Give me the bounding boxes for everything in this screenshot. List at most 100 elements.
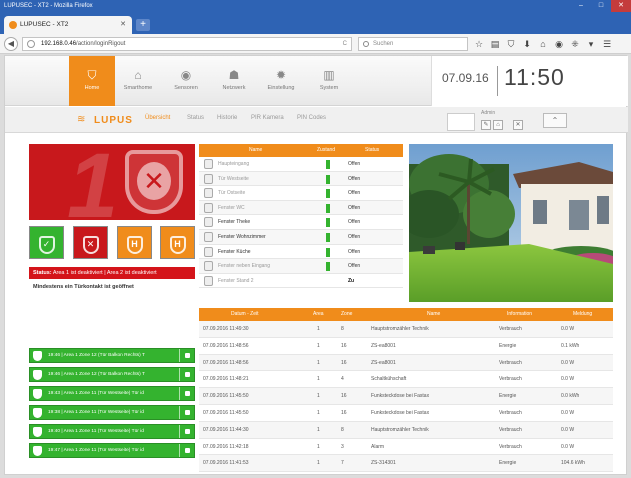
sync-icon[interactable]: ◉ xyxy=(554,37,564,51)
table-row[interactable]: 07.09.2016 11:45:50 1 16 Funksteckdose bei … xyxy=(199,388,613,405)
back-button[interactable]: ◀ xyxy=(4,37,18,51)
status-bar: Status: Area 1 ist deaktiviert | Area 2 … xyxy=(29,267,195,279)
cell-information: Energie xyxy=(499,342,517,349)
shield-home-icon: H xyxy=(126,236,143,254)
dismiss-icon[interactable] xyxy=(185,448,190,453)
collapse-button[interactable]: ⌃ xyxy=(543,113,567,128)
lock-icon xyxy=(204,173,213,184)
tab-status[interactable]: Status xyxy=(187,115,204,121)
shield-x-icon: ✕ xyxy=(137,162,171,200)
sensor-name: Fenster Stand 2 xyxy=(218,277,254,284)
cell-meldung: 0.0 W xyxy=(561,409,575,416)
cell-datetime: 07.09.2016 11:41:53 xyxy=(203,460,249,467)
table-row[interactable]: Fenster neben Eingang Offen xyxy=(199,259,403,274)
home-icon[interactable]: ⌂ xyxy=(538,37,548,51)
lock-icon xyxy=(204,202,213,213)
dropdown-icon[interactable]: ▾ xyxy=(586,37,596,51)
logo-text: LUPUS xyxy=(94,114,133,126)
col-status: Status xyxy=(365,147,380,153)
home-mode-2-button[interactable]: H xyxy=(160,226,195,259)
search-input[interactable]: Suchen xyxy=(358,37,468,51)
event-log-table: Datum - Zeit Area Zone Name Information … xyxy=(199,308,613,473)
table-row[interactable]: Tür Ostseite Offen xyxy=(199,186,403,201)
status-label: Status: xyxy=(33,270,52,276)
reading-list-icon[interactable]: ▤ xyxy=(490,37,500,51)
nav-netzwerk[interactable]: ☗ Netzwerk xyxy=(211,56,257,106)
nav-smarthome[interactable]: ⌂ Smarthome xyxy=(115,56,161,106)
table-row[interactable]: 07.09.2016 11:42:18 1 3 Alarm Verbrauch 0.0 W xyxy=(199,439,613,456)
close-window-button[interactable]: ✕ xyxy=(611,0,631,12)
new-tab-button[interactable]: + xyxy=(136,19,150,31)
browser-tab[interactable]: LUPUSEC - XT2 ✕ xyxy=(4,16,132,34)
reload-button[interactable]: C xyxy=(343,38,347,50)
tab-close-icon[interactable]: ✕ xyxy=(120,16,126,34)
list-item[interactable]: 19:46 | Area 1 Zone 12 (Tür Balkon Recht… xyxy=(29,348,195,363)
table-row[interactable]: Haupteingang Offen xyxy=(199,157,403,172)
dismiss-icon[interactable] xyxy=(185,391,190,396)
table-row[interactable]: Fenster Stand 2 Zu xyxy=(199,274,403,289)
logout-icon[interactable]: ✕ xyxy=(513,120,523,130)
pocket-icon[interactable]: ⛉ xyxy=(506,37,516,51)
table-row[interactable]: 07.09.2016 11:45:50 1 16 Funksteckdose bei … xyxy=(199,405,613,422)
disarm-mode-button[interactable]: ✕ xyxy=(73,226,108,259)
download-icon[interactable]: ⬇ xyxy=(522,37,532,51)
house-icon: ⌂ xyxy=(134,68,142,82)
table-row[interactable]: 07.09.2016 11:48:56 1 16 ZS-ea8001 Verbrauch… xyxy=(199,354,613,372)
bookmark-star-icon[interactable]: ☆ xyxy=(474,37,484,51)
table-row[interactable]: Fenster Wohnzimmer Offen xyxy=(199,229,403,245)
table-row[interactable]: 07.09.2016 11:49:30 1 8 Hauptstromzähler Te… xyxy=(199,321,613,338)
table-row[interactable]: Tür Westseite Offen xyxy=(199,171,403,187)
nav-sensoren[interactable]: ◉ Sensoren xyxy=(163,56,209,106)
table-row[interactable]: 07.09.2016 11:44:30 1 8 Hauptstromzähler Te… xyxy=(199,421,613,439)
table-row[interactable]: 07.09.2016 11:48:56 1 16 ZS-ea8001 Energie 0.… xyxy=(199,338,613,355)
tab-uebersicht[interactable]: Übersicht xyxy=(145,115,170,121)
sensor-status: Offen xyxy=(348,263,361,270)
edit-icon[interactable]: ✎ xyxy=(481,120,491,130)
nav-einstellung[interactable]: ✹ Einstellung xyxy=(258,56,304,106)
nav-home[interactable]: ⛉ Home xyxy=(69,56,115,106)
shield-icon xyxy=(33,351,42,361)
sensor-name: Fenster Wohnzimmer xyxy=(218,233,266,240)
cell-information: Energie xyxy=(499,393,517,400)
admin-home-icon[interactable]: ⌂ xyxy=(493,120,503,130)
table-row[interactable]: Fenster Küche Offen xyxy=(199,245,403,260)
dismiss-icon[interactable] xyxy=(185,353,190,358)
list-item[interactable]: 19:43 | Area 1 Zone 11 (Tür Westseite) T… xyxy=(29,386,195,401)
sensor-status: Offen xyxy=(348,219,361,226)
url-bar[interactable]: 192.168.0.46/action/loginRigout C xyxy=(22,37,352,51)
garden-photo-drawing xyxy=(409,144,613,302)
table-row[interactable]: Fenster Theke Offen xyxy=(199,215,403,230)
table-row[interactable]: 07.09.2016 11:41:53 1 7 ZS-314301 Energie 104… xyxy=(199,455,613,473)
tab-historie[interactable]: Historie xyxy=(217,115,237,121)
cell-meldung: 0.0 W xyxy=(561,376,575,383)
lock-icon xyxy=(204,188,213,199)
list-item[interactable]: 19:38 | Area 1 Zone 11 (Tür Westseite) T… xyxy=(29,405,195,420)
maximize-button[interactable]: □ xyxy=(591,0,611,12)
list-item[interactable]: 19:46 | Area 1 Zone 12 (Tür Balkon Recht… xyxy=(29,367,195,382)
tab-pin-codes[interactable]: PIN Codes xyxy=(297,115,326,121)
menu-icon[interactable]: ☰ xyxy=(602,37,612,51)
arm-mode-button[interactable]: ✓ xyxy=(29,226,64,259)
addon-icon[interactable]: ⁜ xyxy=(570,37,580,51)
list-item[interactable]: 19:47 | Area 1 Zone 11 (Tür Westseite) T… xyxy=(29,443,195,458)
dismiss-icon[interactable] xyxy=(185,429,190,434)
home-mode-1-button[interactable]: H xyxy=(117,226,152,259)
sensor-table: Name Zustand Status Haupteingang Offen Tü… xyxy=(199,144,403,289)
table-row[interactable]: 07.09.2016 11:48:21 1 4 Schaltkühschaft Verb… xyxy=(199,371,613,389)
dismiss-icon[interactable] xyxy=(185,372,190,377)
nav-system[interactable]: ▥ System xyxy=(306,56,352,106)
lock-icon xyxy=(204,217,213,228)
shield-icon xyxy=(33,446,42,456)
site-info-icon[interactable] xyxy=(27,40,35,48)
shield-home-icon: H xyxy=(169,236,186,254)
divider xyxy=(179,406,180,419)
table-row[interactable]: Fenster WC Offen xyxy=(199,200,403,216)
minimize-button[interactable]: – xyxy=(571,0,591,12)
screen: LUPUSEC - XT2 - Mozilla Firefox – □ ✕ LU… xyxy=(0,0,631,478)
dismiss-icon[interactable] xyxy=(185,410,190,415)
tab-pir-kamera[interactable]: PIR Kamera xyxy=(251,115,284,121)
list-item[interactable]: 19:40 | Area 1 Zone 11 (Tür Westseite) T… xyxy=(29,424,195,439)
nav-sensoren-label: Sensoren xyxy=(174,85,198,91)
cell-zone: 16 xyxy=(341,393,347,400)
gear-icon: ✹ xyxy=(275,68,287,82)
